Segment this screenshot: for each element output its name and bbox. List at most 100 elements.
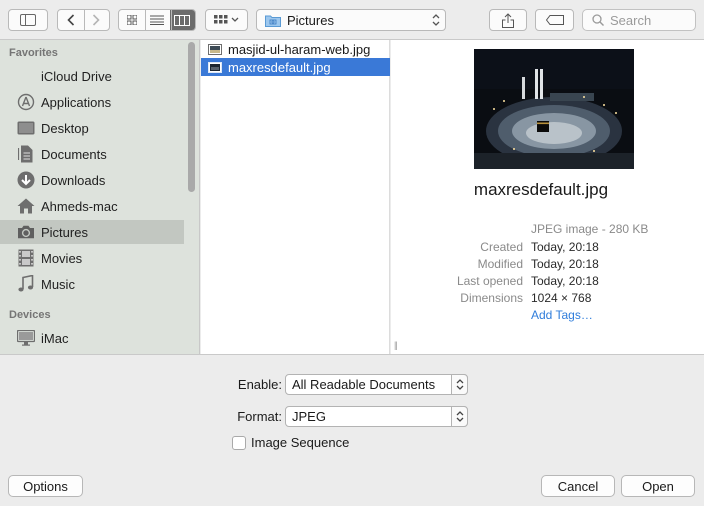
preview-kind: JPEG image - 280 KB [531, 222, 649, 236]
segment-divider [145, 10, 146, 30]
sidebar-item-label: iMac [41, 330, 69, 346]
file-column: masjid-ul-haram-web.jpg maxresdefault.jp… [201, 40, 390, 354]
tag-icon [545, 15, 564, 25]
sidebar-item-pictures[interactable]: Pictures [0, 220, 184, 244]
sidebar-item-desktop[interactable]: Desktop [0, 116, 184, 140]
enable-popup[interactable]: All Readable Documents [285, 374, 468, 395]
icon-view-icon [126, 15, 137, 25]
search-placeholder: Search [610, 12, 652, 28]
forward-button[interactable] [84, 10, 110, 30]
documents-icon [16, 144, 36, 164]
modified-value: Today, 20:18 [531, 257, 599, 271]
last-opened-value: Today, 20:18 [531, 274, 599, 288]
sidebar-item-documents[interactable]: Documents [0, 142, 184, 166]
toolbar: Pictures Search [0, 0, 704, 40]
home-icon [16, 196, 36, 216]
forward-icon [93, 14, 100, 26]
pictures-folder-icon [265, 15, 281, 27]
column-view-button[interactable] [169, 10, 195, 30]
accessory-panel: Enable: All Readable Documents Format: J… [0, 354, 704, 506]
image-sequence-checkbox[interactable]: Image Sequence [232, 435, 349, 450]
modified-label: Modified [477, 257, 523, 271]
search-field[interactable]: Search [582, 9, 696, 31]
column-resize-handle[interactable]: || [394, 340, 398, 350]
arrange-button[interactable] [205, 9, 248, 31]
cloud-icon [16, 66, 36, 86]
list-view-icon [149, 15, 164, 25]
applications-icon [16, 92, 36, 112]
sidebar-item-music[interactable]: Music [0, 272, 184, 296]
created-value: Today, 20:18 [531, 240, 599, 254]
sidebar-item-ahmeds-mac[interactable]: Ahmeds-mac [0, 194, 184, 218]
sidebar-toggle-icon [20, 14, 36, 26]
sidebar-item-label: Applications [41, 94, 112, 110]
image-file-icon [208, 43, 222, 55]
chevron-updown-icon [432, 14, 440, 26]
sidebar-item-label: iCloud Drive [41, 68, 112, 84]
sidebar-item-applications[interactable]: Applications [0, 90, 184, 114]
preview-filename: maxresdefault.jpg [473, 180, 609, 199]
sidebar-item-label: Music [41, 276, 75, 292]
preview-pane: maxresdefault.jpg JPEG image - 280 KB Cr… [391, 40, 704, 354]
share-icon [502, 12, 514, 28]
devices-header: Devices [9, 309, 51, 321]
list-view-button[interactable] [144, 10, 169, 30]
desktop-icon [16, 118, 36, 138]
favorites-header: Favorites [9, 47, 58, 59]
imac-icon [16, 328, 36, 348]
file-name: maxresdefault.jpg [228, 59, 331, 75]
options-button[interactable]: Options [8, 475, 83, 497]
sidebar-item-label: Movies [41, 250, 83, 266]
back-button[interactable] [58, 10, 84, 30]
sidebar-item-label: Downloads [41, 172, 106, 188]
sidebar-item-imac[interactable]: iMac [0, 326, 184, 350]
file-row[interactable]: masjid-ul-haram-web.jpg [201, 40, 390, 58]
arrange-icon [213, 15, 238, 24]
dimensions-label: Dimensions [460, 291, 523, 305]
camera-icon [16, 222, 36, 242]
image-sequence-label: Image Sequence [251, 435, 350, 450]
image-thumbnail [474, 49, 634, 169]
chevron-updown-icon [451, 406, 468, 427]
sidebar-toggle-button[interactable] [8, 9, 48, 31]
file-name: masjid-ul-haram-web.jpg [228, 41, 371, 57]
column-view-icon [174, 14, 191, 26]
enable-label: Enable: [237, 377, 282, 392]
sidebar-scrollbar[interactable] [188, 42, 195, 192]
downloads-icon [16, 170, 36, 190]
open-button[interactable]: Open [621, 475, 695, 497]
tag-button[interactable] [535, 9, 574, 31]
music-note-icon [16, 274, 36, 294]
enable-value: All Readable Documents [292, 377, 436, 392]
segment-divider [84, 10, 85, 30]
sidebar-item-icloud-drive[interactable]: iCloud Drive [0, 64, 184, 88]
sidebar-item-label: Desktop [41, 120, 89, 136]
view-mode-control [118, 9, 196, 31]
back-icon [67, 14, 74, 26]
search-icon [592, 14, 604, 26]
back-forward-control [57, 9, 110, 31]
sidebar-item-label: Documents [41, 146, 107, 162]
sidebar-item-label: Ahmeds-mac [41, 198, 118, 214]
share-button[interactable] [489, 9, 527, 31]
film-icon [16, 248, 36, 268]
created-label: Created [480, 240, 523, 254]
chevron-updown-icon [451, 374, 468, 395]
last-opened-label: Last opened [456, 274, 523, 288]
location-label: Pictures [287, 12, 334, 28]
icon-view-button[interactable] [119, 10, 144, 30]
format-value: JPEG [292, 409, 326, 424]
sidebar: Favorites iCloud Drive Applications Desk… [0, 40, 200, 354]
sidebar-item-downloads[interactable]: Downloads [0, 168, 184, 192]
location-popup[interactable]: Pictures [256, 9, 446, 31]
sidebar-item-movies[interactable]: Movies [0, 246, 184, 270]
format-popup[interactable]: JPEG [285, 406, 468, 427]
cancel-button[interactable]: Cancel [541, 475, 615, 497]
image-file-icon [208, 61, 222, 73]
dimensions-value: 1024 × 768 [531, 291, 592, 305]
file-row[interactable]: maxresdefault.jpg [201, 58, 390, 76]
sidebar-item-label: Pictures [41, 224, 88, 240]
segment-divider [171, 10, 172, 30]
add-tags-link[interactable]: Add Tags… [531, 308, 593, 322]
checkbox-box[interactable] [232, 435, 246, 450]
